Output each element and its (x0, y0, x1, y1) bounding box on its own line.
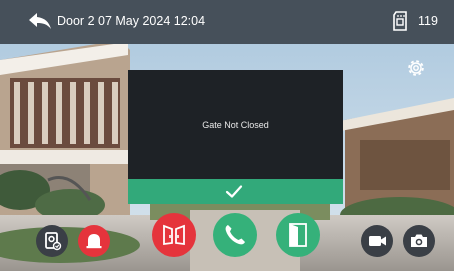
door-label: Door 2 (57, 14, 95, 28)
gear-icon[interactable] (405, 57, 427, 79)
camera-icon (411, 234, 427, 247)
gate-alert-dialog: Gate Not Closed (128, 70, 343, 204)
back-arrow-icon[interactable] (28, 11, 52, 31)
gate-open-button[interactable] (276, 213, 320, 257)
dialog-confirm-button[interactable] (128, 179, 343, 204)
answer-call-button[interactable] (213, 213, 257, 257)
phone-icon (225, 225, 245, 245)
status-bar: Door 2 07 May 2024 12:04 119 (0, 0, 454, 44)
video-camera-icon (369, 236, 386, 246)
double-door-icon (163, 224, 185, 246)
datetime: 07 May 2024 12:04 (98, 14, 206, 28)
gate-door-icon (289, 223, 307, 247)
dialog-message: Gate Not Closed (202, 120, 269, 130)
unlock-button[interactable] (152, 213, 196, 257)
bell-icon (86, 234, 102, 249)
intercom-screen: Door 2 07 May 2024 12:04 119 Gate Not Cl… (0, 0, 454, 271)
record-button[interactable] (361, 225, 393, 257)
checkmark-icon (225, 185, 243, 198)
alarm-button[interactable] (78, 225, 110, 257)
monitor-button[interactable] (36, 225, 68, 257)
snapshot-button[interactable] (403, 225, 435, 257)
storage-count: 119 (418, 14, 438, 28)
monitor-camera-icon (45, 232, 62, 251)
sd-card-icon (393, 11, 407, 31)
dialog-body: Gate Not Closed (128, 70, 343, 179)
